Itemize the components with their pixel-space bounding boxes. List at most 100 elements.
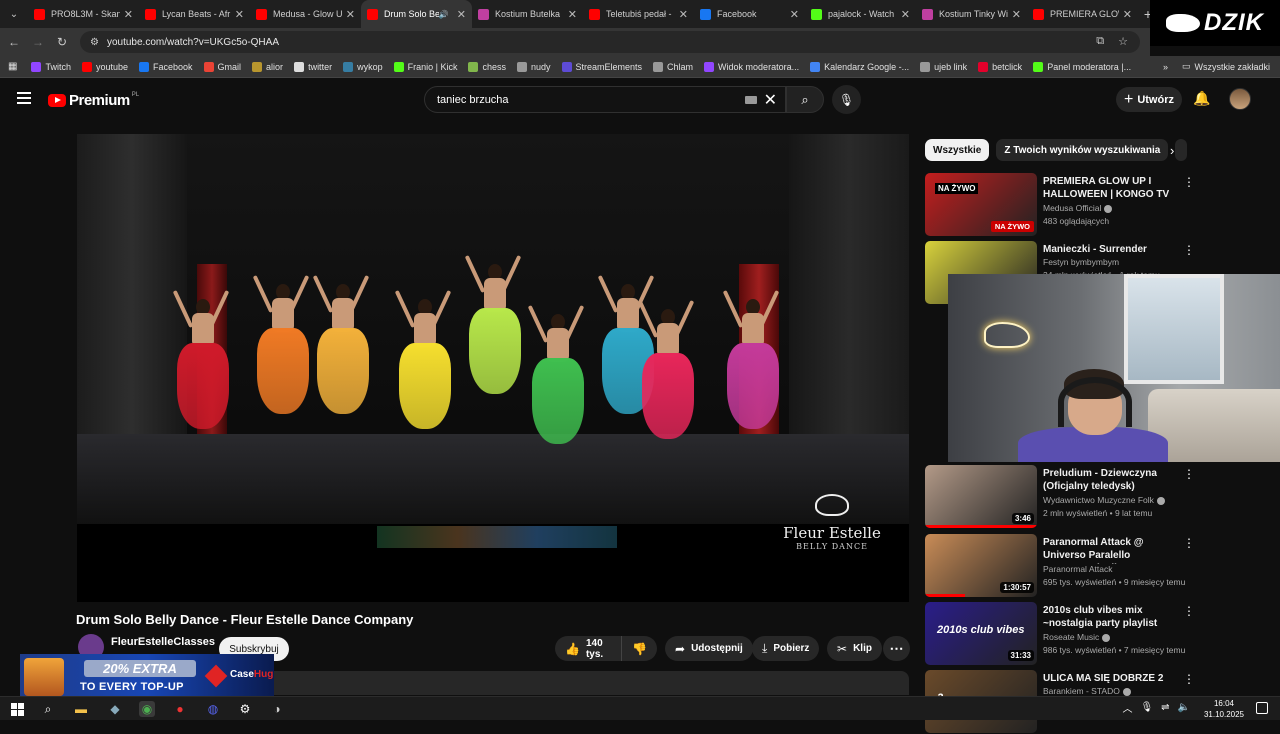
- more-vert-icon[interactable]: ⋮: [1183, 672, 1195, 686]
- close-tab-icon[interactable]: ✕: [568, 8, 577, 21]
- channel-label[interactable]: Medusa Official: [1043, 203, 1101, 213]
- browser-tab[interactable]: Teletubiś pedał - ✕: [583, 0, 694, 28]
- bookmark-item[interactable]: youtube: [81, 61, 128, 72]
- recommendation-title[interactable]: Preludium - Dziewczyna (Oficjalny teledy…: [1043, 467, 1178, 493]
- channel-label[interactable]: Festyn bymbymbym: [1043, 257, 1119, 267]
- browser-tab[interactable]: Lycan Beats - Afr ✕: [139, 0, 250, 28]
- search-button[interactable]: ⌕: [786, 86, 824, 113]
- browser-tab[interactable]: Kostium Butelka ✕: [472, 0, 583, 28]
- back-button[interactable]: ←: [2, 35, 26, 49]
- filter-chip[interactable]: Z Twoich wyników wyszukiwania: [996, 139, 1169, 161]
- filter-chip[interactable]: Wszystkie: [925, 139, 990, 161]
- app-icon-2[interactable]: ◑: [269, 701, 285, 717]
- notifications-bell-icon[interactable]: 🔔: [1193, 90, 1210, 108]
- bookmark-item[interactable]: Franio | Kick: [393, 61, 457, 72]
- bookmark-item[interactable]: nudy: [516, 61, 551, 72]
- channel-label[interactable]: Roseate Music: [1043, 632, 1099, 642]
- bookmark-item[interactable]: Panel moderatora |...: [1033, 61, 1131, 72]
- close-tab-icon[interactable]: ✕: [679, 8, 688, 21]
- url-field[interactable]: ⚙ youtube.com/watch?v=UKGc5o-QHAA ⧉ ☆: [80, 31, 1140, 53]
- tab-search-icon[interactable]: ⌄: [0, 0, 28, 28]
- share-button[interactable]: ➦ Udostępnij: [665, 636, 753, 661]
- taskbar-clock[interactable]: 16:04 31.10.2025: [1204, 698, 1244, 720]
- recommendation-item[interactable]: 1:30:57 Paranormal Attack @ Universo Para…: [925, 534, 1265, 598]
- browser-tab[interactable]: PREMIERA GLOW ✕: [1027, 0, 1138, 28]
- bookmark-item[interactable]: Chlam: [653, 61, 693, 72]
- chevron-right-icon[interactable]: ›: [1170, 143, 1174, 158]
- search-input[interactable]: taniec brzucha ✕: [424, 86, 786, 113]
- keyboard-icon[interactable]: [745, 96, 757, 104]
- channel-name[interactable]: FleurEstelleClasses: [111, 636, 215, 648]
- search-icon[interactable]: ⌕: [40, 701, 56, 717]
- channel-label[interactable]: Wydawnictwo Muzyczne Folk: [1043, 495, 1154, 505]
- browser-tab[interactable]: PRO8L3M - Skans ✕: [28, 0, 139, 28]
- site-info-icon[interactable]: ⚙: [90, 37, 99, 48]
- recommendation-title[interactable]: PREMIERA GLOW UP I HALLOWEEN | KONGO TV: [1043, 175, 1178, 201]
- chrome-icon[interactable]: ◉: [139, 701, 155, 717]
- more-actions-button[interactable]: ⋯: [883, 636, 910, 661]
- bookmark-item[interactable]: twitter: [294, 61, 332, 72]
- like-button[interactable]: 👍 140 tys.: [555, 636, 623, 661]
- all-bookmarks-folder[interactable]: ▭ Wszystkie zakładki: [1182, 61, 1270, 72]
- app-icon[interactable]: ◆: [107, 701, 123, 717]
- windows-start-icon[interactable]: [9, 701, 25, 717]
- install-app-icon[interactable]: ⧉: [1096, 35, 1104, 48]
- clip-button[interactable]: ✂ Klip: [827, 636, 882, 661]
- reload-button[interactable]: ↻: [50, 35, 74, 49]
- close-tab-icon[interactable]: ✕: [235, 8, 244, 21]
- browser-tab[interactable]: Facebook ✕: [694, 0, 805, 28]
- more-bookmarks-icon[interactable]: »: [1163, 62, 1168, 72]
- recommendation-title[interactable]: ULICA MA SIĘ DOBRZE 2: [1043, 672, 1178, 685]
- recommendation-item[interactable]: 3:46 Preludium - Dziewczyna (Oficjalny te…: [925, 465, 1265, 529]
- bookmark-item[interactable]: Widok moderatora...: [704, 61, 799, 72]
- recommendation-item[interactable]: 2010s club vibes 31:33 2010s club vibes mi…: [925, 602, 1265, 666]
- close-tab-icon[interactable]: ✕: [790, 8, 799, 21]
- file-explorer-icon[interactable]: ▬: [73, 701, 89, 717]
- tray-chevron-icon[interactable]: ︿: [1122, 700, 1132, 715]
- more-vert-icon[interactable]: ⋮: [1183, 536, 1195, 550]
- bookmark-item[interactable]: Gmail: [203, 61, 241, 72]
- channel-label[interactable]: Barankiem - STADO: [1043, 686, 1120, 696]
- notification-center-icon[interactable]: [1256, 702, 1268, 714]
- more-vert-icon[interactable]: ⋮: [1183, 175, 1195, 189]
- voice-search-button[interactable]: 🎙: [832, 85, 861, 114]
- browser-tab[interactable]: Kostium Tinky Wi ✕: [916, 0, 1027, 28]
- video-thumbnail[interactable]: 2010s club vibes 31:33: [925, 602, 1037, 665]
- volume-icon[interactable]: 🔈: [1178, 702, 1190, 713]
- dislike-button[interactable]: 👎: [622, 642, 657, 656]
- bookmark-item[interactable]: Twitch: [31, 61, 71, 72]
- channel-label[interactable]: Paranormal Attack: [1043, 564, 1112, 574]
- close-tab-icon[interactable]: ✕: [124, 8, 133, 21]
- download-button[interactable]: ⤓ Pobierz: [752, 636, 820, 661]
- bookmark-item[interactable]: StreamElements: [561, 61, 642, 72]
- microphone-tray-icon[interactable]: 🎙: [1140, 702, 1153, 713]
- more-vert-icon[interactable]: ⋮: [1183, 467, 1195, 481]
- menu-icon[interactable]: [17, 92, 31, 104]
- bookmark-item[interactable]: ujeb link: [920, 61, 967, 72]
- video-thumbnail[interactable]: NA ŻYWO NA ŻYWO: [925, 173, 1037, 236]
- account-avatar[interactable]: [1229, 88, 1251, 110]
- obs-icon[interactable]: ●: [172, 701, 188, 717]
- settings-gear-icon[interactable]: ⚙: [237, 701, 253, 717]
- bookmark-item[interactable]: betclick: [978, 61, 1022, 72]
- bookmark-star-icon[interactable]: ☆: [1118, 35, 1128, 48]
- more-vert-icon[interactable]: ⋮: [1183, 604, 1195, 618]
- browser-tab[interactable]: pajalock - Watch ✕: [805, 0, 916, 28]
- close-tab-icon[interactable]: ✕: [1123, 8, 1132, 21]
- bookmark-item[interactable]: wykop: [343, 61, 383, 72]
- recommendation-title[interactable]: 2010s club vibes mix ~nostalgia party pl…: [1043, 604, 1178, 630]
- video-thumbnail[interactable]: 3:46: [925, 465, 1037, 528]
- filter-chip-overflow[interactable]: [1175, 139, 1188, 161]
- recommendation-title[interactable]: Paranormal Attack @ Universo Paralello 0…: [1043, 536, 1178, 564]
- network-icon[interactable]: ⇌: [1161, 702, 1169, 713]
- speaker-icon[interactable]: 🔊: [439, 10, 449, 19]
- create-button[interactable]: + Utwórz: [1116, 87, 1182, 112]
- browser-tab[interactable]: Medusa - Glow U ✕: [250, 0, 361, 28]
- bookmark-item[interactable]: Facebook: [139, 61, 193, 72]
- casehug-ad-banner[interactable]: 20% EXTRA TO EVERY TOP-UP CaseHug: [20, 654, 274, 700]
- video-player[interactable]: Fleur Estelle BELLY DANCE: [77, 134, 909, 602]
- more-vert-icon[interactable]: ⋮: [1183, 243, 1195, 257]
- browser-tab[interactable]: Drum Solo Be 🔊 ✕: [361, 0, 472, 28]
- close-tab-icon[interactable]: ✕: [901, 8, 910, 21]
- bookmark-item[interactable]: chess: [468, 61, 506, 72]
